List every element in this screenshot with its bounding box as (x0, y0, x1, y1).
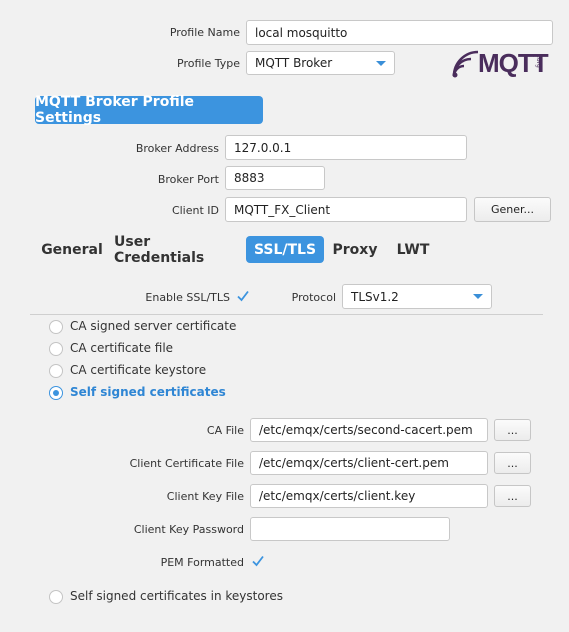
pem-formatted-checkbox[interactable] (251, 554, 265, 568)
profile-name-input[interactable]: local mosquitto (246, 20, 553, 45)
profile-type-label: Profile Type (177, 57, 240, 70)
ca-file-browse-button[interactable]: ... (494, 419, 531, 441)
radio-ca-signed-server-label[interactable]: CA signed server certificate (70, 319, 236, 333)
protocol-select[interactable]: TLSv1.2 (342, 284, 492, 309)
profile-name-label: Profile Name (169, 26, 240, 39)
broker-port-label: Broker Port (157, 173, 219, 186)
client-cert-input[interactable]: /etc/emqx/certs/client-cert.pem (250, 451, 488, 475)
protocol-label: Protocol (291, 291, 336, 304)
radio-ca-certificate-file-label[interactable]: CA certificate file (70, 341, 173, 355)
ca-file-label: CA File (206, 424, 244, 437)
ca-file-input[interactable]: /etc/emqx/certs/second-cacert.pem (250, 418, 488, 442)
client-key-browse-button[interactable]: ... (494, 485, 531, 507)
radio-ca-certificate-file[interactable] (49, 342, 63, 356)
broker-address-input[interactable]: 127.0.0.1 (225, 135, 467, 160)
radio-ca-certificate-keystore[interactable] (49, 364, 63, 378)
broker-settings-title: MQTT Broker Profile Settings (35, 94, 263, 126)
radio-self-signed-keystores[interactable] (49, 590, 63, 604)
client-key-password-input[interactable] (250, 517, 450, 541)
client-key-input[interactable]: /etc/emqx/certs/client.key (250, 484, 488, 508)
radio-ca-certificate-keystore-label[interactable]: CA certificate keystore (70, 363, 206, 377)
client-key-password-label: Client Key Password (133, 523, 244, 536)
mqtt-logo: MQTT .org (452, 48, 554, 79)
profile-type-select[interactable]: MQTT Broker (246, 51, 395, 75)
chevron-down-icon (376, 60, 386, 66)
radio-ca-signed-server[interactable] (49, 320, 63, 334)
profile-type-value: MQTT Broker (255, 56, 333, 70)
client-cert-label: Client Certificate File (129, 457, 244, 470)
broker-address-label: Broker Address (135, 142, 219, 155)
pem-formatted-label: PEM Formatted (160, 556, 244, 569)
tab-general[interactable]: General (38, 236, 106, 263)
tab-lwt[interactable]: LWT (390, 236, 436, 263)
enable-ssl-label: Enable SSL/TLS (145, 291, 230, 304)
tab-ssl-tls[interactable]: SSL/TLS (246, 236, 324, 263)
generate-client-id-button[interactable]: Gener... (474, 197, 551, 222)
radio-self-signed-label[interactable]: Self signed certificates (70, 385, 226, 399)
radio-self-signed[interactable] (49, 386, 63, 400)
client-id-input[interactable]: MQTT_FX_Client (225, 197, 467, 222)
mqtt-logo-org: .org (535, 56, 542, 68)
enable-ssl-checkbox[interactable] (236, 289, 250, 303)
protocol-value: TLSv1.2 (351, 289, 399, 304)
broker-port-input[interactable]: 8883 (225, 166, 325, 190)
tab-user-credentials[interactable]: User Credentials (114, 234, 241, 266)
client-key-label: Client Key File (166, 490, 244, 503)
client-cert-browse-button[interactable]: ... (494, 452, 531, 474)
ssl-divider (30, 314, 543, 315)
client-id-label: Client ID (171, 204, 219, 217)
radio-self-signed-keystores-label[interactable]: Self signed certificates in keystores (70, 589, 283, 603)
tab-proxy[interactable]: Proxy (330, 236, 380, 263)
chevron-down-icon (473, 294, 483, 299)
